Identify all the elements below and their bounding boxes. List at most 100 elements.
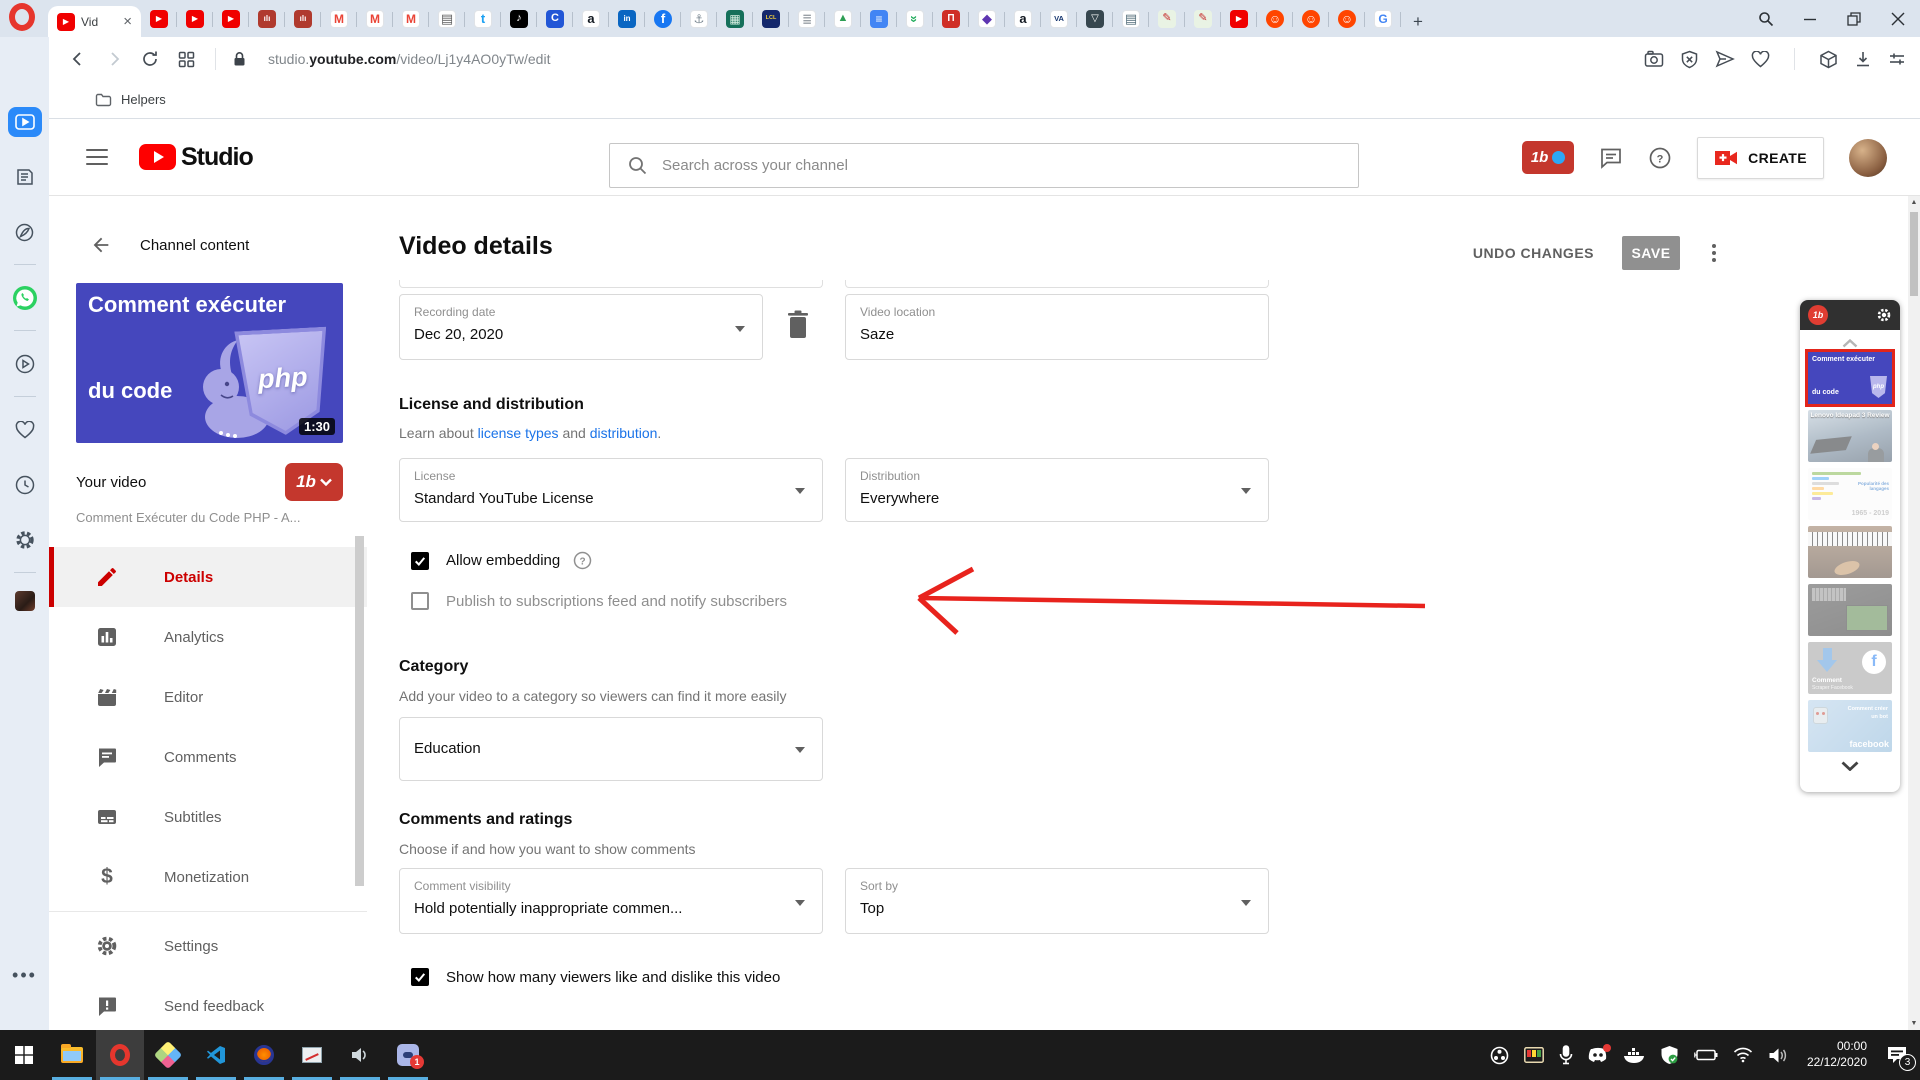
page-scrollbar[interactable]: ▲ ▼ [1908,196,1920,1030]
tubebuddy-video-badge[interactable]: 1b [285,463,343,501]
pinned-tab-youtube[interactable]: ▶ [1221,4,1257,34]
pinned-tab-blue-lines[interactable]: ≡ [861,4,897,34]
panel-thumb-scraper-facebook[interactable]: f Comment Scraper Facebook [1808,642,1892,694]
pinned-tab-reddit[interactable]: ☺ [1293,4,1329,34]
pinned-tab-certificate[interactable]: ✎ [1149,4,1185,34]
nav-item-editor[interactable]: Editor [49,667,367,727]
nav-item-monetization[interactable]: $ Monetization [49,847,367,907]
taskbar-audio-app[interactable] [336,1030,384,1080]
sort-by-field[interactable]: Sort by Top [845,868,1269,934]
scroll-up-chevron-icon[interactable] [1800,330,1900,352]
pinned-tab-google-drive[interactable]: ▲ [825,4,861,34]
pinned-tab-file-dark[interactable]: ▤ [1113,4,1149,34]
tubebuddy-logo[interactable]: 1b [1808,305,1828,325]
tab-search-icon[interactable] [1744,0,1788,37]
pinned-tab-c-app[interactable]: C [537,4,573,34]
taskbar-file-explorer[interactable] [48,1030,96,1080]
minimize-button[interactable] [1788,0,1832,37]
pinned-tab-document[interactable]: ≣ [789,4,825,34]
pinned-tab-linkedin[interactable]: in [609,4,645,34]
more-options-kebab-icon[interactable] [1708,240,1720,266]
publish-subscriptions-checkbox[interactable] [411,592,429,610]
nav-item-analytics[interactable]: Analytics [49,607,367,667]
pinned-tab-gmail[interactable]: M [393,4,429,34]
sidebar-whatsapp-icon[interactable] [8,283,42,313]
tray-security-shield-icon[interactable] [1660,1045,1679,1065]
nav-item-settings[interactable]: Settings [49,916,367,976]
restore-button[interactable] [1832,0,1876,37]
panel-thumb-facebook-bot[interactable]: Comment créer un bot facebook [1808,700,1892,752]
account-avatar[interactable] [1849,139,1887,177]
tray-obs-icon[interactable] [1490,1046,1509,1065]
tab-close-icon[interactable]: × [123,14,132,29]
pinned-tab-va-app[interactable]: VA [1041,4,1077,34]
snapshot-camera-icon[interactable] [1644,50,1664,68]
taskbar-vscode[interactable] [192,1030,240,1080]
pinned-tab-reddit[interactable]: ☺ [1329,4,1365,34]
nav-item-comments[interactable]: Comments [49,727,367,787]
speed-dial-icon[interactable] [171,44,201,74]
pinned-tab-v-dark[interactable]: ▽ [1077,4,1113,34]
tray-discord-icon[interactable] [1588,1047,1608,1063]
new-tab-button[interactable]: + [1401,7,1435,37]
scrollbar-down-arrow[interactable]: ▼ [1908,1020,1920,1027]
pinned-tab-yt-analytics[interactable]: ılı [285,4,321,34]
taskbar-chat-app[interactable]: 1 [384,1030,432,1080]
pinned-tab-yt-analytics[interactable]: ılı [249,4,285,34]
license-field[interactable]: License Standard YouTube License [399,458,823,522]
nav-item-details[interactable]: Details [49,547,367,607]
sidebar-player2-icon[interactable] [8,349,42,379]
pinned-tab-tiktok[interactable]: ♪ [501,4,537,34]
pinned-tab-lcl-bank[interactable]: LCL [753,4,789,34]
channel-content-back[interactable]: Channel content [49,196,367,256]
sidebar-settings-gear-icon[interactable] [8,525,42,555]
license-types-link[interactable]: license types [478,425,559,441]
pinned-tab-pi-red[interactable]: Π [933,4,969,34]
pinned-tab-gmail[interactable]: M [321,4,357,34]
downloads-icon[interactable] [1854,50,1872,68]
save-button[interactable]: SAVE [1622,236,1680,270]
tubebuddy-extension-badge[interactable]: 1b [1522,141,1574,174]
embedding-help-icon[interactable]: ? [573,551,592,570]
distribution-link[interactable]: distribution [590,425,658,441]
panel-thumb-instruments[interactable] [1808,526,1892,578]
sidebar-heart-icon[interactable] [8,415,42,445]
tray-microphone-icon[interactable] [1559,1045,1573,1065]
pinned-tab-twitter[interactable]: t [465,4,501,34]
pinned-tab-reddit[interactable]: ☺ [1257,4,1293,34]
back-icon[interactable] [63,44,93,74]
nav-item-send-feedback[interactable]: Send feedback [49,976,367,1036]
pinned-tab-chevrons[interactable]: » [897,4,933,34]
lock-icon[interactable] [224,44,254,74]
forward-icon[interactable] [99,44,129,74]
scroll-down-chevron-icon[interactable] [1800,752,1900,771]
easy-setup-sliders-icon[interactable] [1888,50,1906,68]
action-center-icon[interactable]: 3 [1886,1045,1908,1065]
panel-thumb-lenovo-review[interactable]: Lenovo Ideapad 3 Review [1808,410,1892,462]
pinned-tab-anchor[interactable]: ⚓ [681,4,717,34]
nav-item-subtitles[interactable]: Subtitles [49,787,367,847]
show-likes-checkbox[interactable] [411,968,429,986]
nav-scrollbar[interactable] [355,536,364,886]
pinned-tab-google[interactable]: G [1365,4,1401,34]
pinned-tab-amazon[interactable]: a [1005,4,1041,34]
menu-hamburger-icon[interactable] [86,149,108,165]
taskbar-diagram-app[interactable] [144,1030,192,1080]
adblock-shield-icon[interactable] [1680,50,1699,69]
delete-recording-date-icon[interactable] [785,309,811,341]
recording-date-field[interactable]: Recording date Dec 20, 2020 [399,294,763,360]
scrollbar-up-arrow[interactable]: ▲ [1908,199,1920,206]
pinned-tab-youtube[interactable]: ▶ [177,4,213,34]
pinned-tab-facebook[interactable]: f [645,4,681,34]
taskbar-clock[interactable]: 00:00 22/12/2020 [1807,1039,1867,1070]
panel-thumb-gaming[interactable] [1808,584,1892,636]
pinned-tab-document[interactable]: ▤ [429,4,465,34]
back-arrow-icon[interactable] [90,234,112,256]
sidebar-reading-list-icon[interactable] [8,162,42,192]
start-button[interactable] [0,1030,48,1080]
pinned-tab-youtube[interactable]: ▶ [213,4,249,34]
opera-logo[interactable] [9,3,35,31]
panel-thumb-languages-chart[interactable]: Popularité des langages 1965 - 2019 [1808,468,1892,520]
pinned-tab-certificate[interactable]: ✎ [1185,4,1221,34]
bookmark-folder-helpers[interactable]: Helpers [121,92,166,107]
